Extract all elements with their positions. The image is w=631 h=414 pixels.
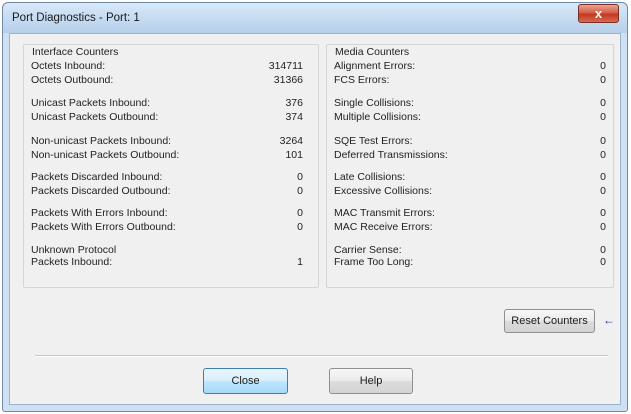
counter-value: 314711	[268, 60, 303, 72]
counter-label: Packets With Errors Outbound:	[31, 221, 176, 233]
counter-row: Deferred Transmissions: 0	[334, 148, 606, 162]
counter-row: Octets Inbound: 314711	[31, 59, 303, 73]
counter-value: 0	[600, 135, 606, 147]
port-diagnostics-dialog: Port Diagnostics - Port: 1 x Interface C…	[2, 2, 628, 412]
counter-value: 0	[600, 97, 606, 109]
counter-label: FCS Errors:	[334, 74, 390, 86]
counter-label: Octets Inbound:	[31, 60, 106, 72]
counter-row: MAC Transmit Errors: 0	[334, 206, 606, 220]
counter-value: 0	[297, 221, 303, 233]
counter-label: Alignment Errors:	[334, 60, 416, 72]
counter-row: Multiple Collisions: 0	[334, 110, 606, 124]
reset-counters-button[interactable]: Reset Counters	[504, 309, 595, 333]
counter-value: 0	[600, 111, 606, 123]
counter-label: Excessive Collisions:	[334, 185, 433, 197]
window-title: Port Diagnostics - Port: 1	[12, 12, 140, 24]
counter-label: Unicast Packets Outbound:	[31, 111, 159, 123]
close-window-button[interactable]: x	[578, 4, 619, 23]
counter-row: Packets Discarded Outbound: 0	[31, 184, 303, 198]
counter-value: 0	[600, 171, 606, 183]
counter-label: Non-unicast Packets Outbound:	[31, 149, 180, 161]
counter-label: Packets Discarded Outbound:	[31, 185, 171, 197]
counter-label: Single Collisions:	[334, 97, 414, 109]
counter-label: Non-unicast Packets Inbound:	[31, 135, 172, 147]
counter-label: Packets Inbound:	[31, 256, 113, 268]
counter-value: 0	[600, 256, 606, 268]
counter-label: MAC Receive Errors:	[334, 221, 433, 233]
counter-value: 0	[297, 185, 303, 197]
counter-row: MAC Receive Errors: 0	[334, 220, 606, 234]
title-bar[interactable]: Port Diagnostics - Port: 1 x	[3, 3, 627, 33]
counter-label: Frame Too Long:	[334, 256, 414, 268]
counter-row: Packets Discarded Inbound: 0	[31, 170, 303, 184]
close-button[interactable]: Close	[203, 368, 288, 394]
counter-row: Unicast Packets Inbound: 376	[31, 96, 303, 110]
counter-value: 0	[600, 185, 606, 197]
counter-value: 0	[600, 207, 606, 219]
counter-label: SQE Test Errors:	[334, 135, 413, 147]
counter-label: Packets Discarded Inbound:	[31, 171, 163, 183]
counter-label: Unicast Packets Inbound:	[31, 97, 151, 109]
media-counters-title: Media Counters	[333, 46, 412, 58]
counter-label: Deferred Transmissions:	[334, 149, 448, 161]
counter-row: Packets With Errors Outbound: 0	[31, 220, 303, 234]
counter-value: 0	[600, 221, 606, 233]
help-button[interactable]: Help	[329, 368, 413, 394]
counter-value: 101	[285, 149, 303, 161]
counter-value: 0	[600, 60, 606, 72]
counter-label: Packets With Errors Inbound:	[31, 207, 168, 219]
divider	[35, 355, 608, 357]
counter-row: Single Collisions: 0	[334, 96, 606, 110]
counter-row: Non-unicast Packets Inbound: 3264	[31, 134, 303, 148]
counter-value: 0	[600, 74, 606, 86]
counter-label: Late Collisions:	[334, 171, 406, 183]
counter-label: Octets Outbound:	[31, 74, 114, 86]
counter-row: SQE Test Errors: 0	[334, 134, 606, 148]
counter-row: Excessive Collisions: 0	[334, 184, 606, 198]
counter-value: 374	[285, 111, 303, 123]
counter-row: Frame Too Long: 0	[334, 255, 606, 269]
counter-label: MAC Transmit Errors:	[334, 207, 435, 219]
counter-value: 31366	[273, 74, 303, 86]
counter-value: 376	[285, 97, 303, 109]
counter-value: 0	[297, 171, 303, 183]
counter-value: 3264	[279, 135, 303, 147]
counter-label: Multiple Collisions:	[334, 111, 421, 123]
counter-row: Unicast Packets Outbound: 374	[31, 110, 303, 124]
counter-value: 0	[297, 207, 303, 219]
counter-value: 0	[600, 149, 606, 161]
counter-value: 1	[297, 256, 303, 268]
counter-row: Non-unicast Packets Outbound: 101	[31, 148, 303, 162]
interface-counters-title: Interface Counters	[30, 46, 121, 58]
dialog-client-area: Interface Counters Media Counters Octets…	[9, 33, 621, 405]
counter-row: Packets Inbound: 1	[31, 255, 303, 269]
counter-row: Late Collisions: 0	[334, 170, 606, 184]
left-arrow-icon: ←	[603, 313, 615, 327]
counter-row: Octets Outbound: 31366	[31, 73, 303, 87]
counter-row: Alignment Errors: 0	[334, 59, 606, 73]
counter-row: Packets With Errors Inbound: 0	[31, 206, 303, 220]
counter-row: FCS Errors: 0	[334, 73, 606, 87]
